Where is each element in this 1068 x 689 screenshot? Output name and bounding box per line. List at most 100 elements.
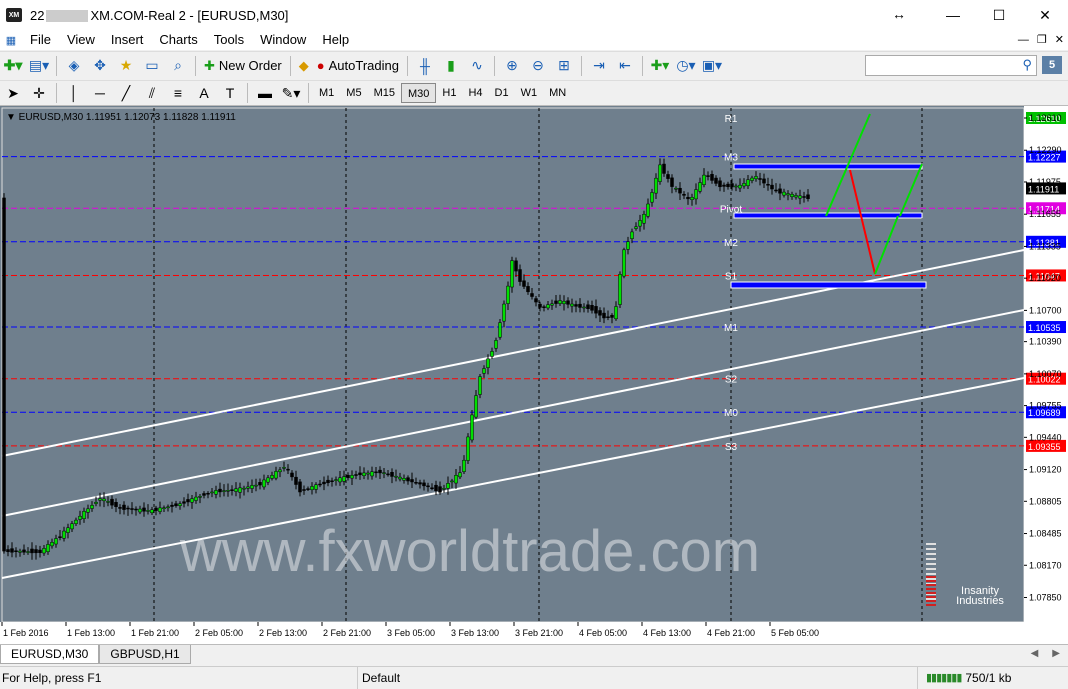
timeframe-m15[interactable]: M15 (368, 83, 401, 103)
candle-body (326, 479, 330, 484)
candle-body (254, 484, 258, 487)
x-tick-label: 2 Feb 21:00 (323, 628, 371, 638)
line-chart-icon[interactable]: ∿ (466, 55, 488, 77)
candle-body (550, 303, 554, 306)
menu-view[interactable]: View (59, 30, 103, 50)
profiles-icon[interactable]: ▤▾ (28, 55, 50, 77)
volume-bar-red (926, 604, 936, 606)
minimize-button[interactable]: — (930, 0, 976, 30)
tile-windows-icon[interactable]: ⊞ (553, 55, 575, 77)
menu-help[interactable]: Help (314, 30, 357, 50)
maximize-button[interactable]: ☐ (976, 0, 1022, 30)
chart-shift-icon[interactable]: ⇤ (614, 55, 636, 77)
candle-body (338, 477, 342, 483)
candle-body (314, 484, 318, 490)
fibonacci-icon[interactable]: ≡ (167, 82, 189, 104)
search-input[interactable]: ⚲ (865, 55, 1037, 76)
volume-bar (926, 548, 936, 550)
candle-body (22, 549, 26, 553)
connection-status[interactable]: ▮▮▮▮▮▮▮ 750/1 kb (918, 667, 1068, 689)
tab-gbpusd-h1[interactable]: GBPUSD,H1 (99, 645, 191, 664)
shapes-icon[interactable]: ✎▾ (280, 82, 302, 104)
mdi-minimize-button[interactable]: — (1018, 30, 1029, 50)
timeframe-mn[interactable]: MN (543, 83, 572, 103)
tab-scroll-left-icon[interactable]: ◀ (1031, 648, 1039, 659)
text-icon[interactable]: A (193, 82, 215, 104)
periods-icon[interactable]: ◷▾ (675, 55, 697, 77)
menu-tools[interactable]: Tools (206, 30, 252, 50)
chart-tabs: EURUSD,M30 GBPUSD,H1 ◀ ▶ (0, 644, 1068, 666)
crosshair-icon[interactable]: ✛ (28, 82, 50, 104)
candle-body (234, 488, 238, 492)
candle-body (198, 496, 202, 498)
resize-icon[interactable]: ↔ (892, 6, 906, 22)
auto-scroll-icon[interactable]: ⇥ (588, 55, 610, 77)
cursor-icon[interactable]: ➤ (2, 82, 24, 104)
vertical-line-icon[interactable]: │ (63, 82, 85, 104)
candle-body (342, 476, 346, 482)
timeframe-h4[interactable]: H4 (462, 83, 488, 103)
candle-body (658, 164, 662, 182)
timeframe-m30[interactable]: M30 (400, 83, 437, 103)
tab-eurusd-m30[interactable]: EURUSD,M30 (0, 645, 100, 664)
menu-window[interactable]: Window (252, 30, 314, 50)
text-label-icon[interactable]: T (219, 82, 241, 104)
candle-body (554, 300, 558, 304)
y-tick-label: 1.12610 (1029, 113, 1062, 123)
timeframe-m5[interactable]: M5 (340, 83, 367, 103)
favorites-icon[interactable]: ★ (115, 55, 137, 77)
terminal-icon[interactable]: ▭ (141, 55, 163, 77)
autotrading-button[interactable]: ● AutoTrading (313, 55, 403, 77)
candlestick-chart-icon[interactable]: ▮ (440, 55, 462, 77)
crosshair-nav-icon[interactable]: ✥ (89, 55, 111, 77)
title-bar: XM 22 XM.COM-Real 2 - [EURUSD,M30] ↔ — ☐ … (0, 0, 1068, 30)
candle-body (630, 231, 634, 239)
candle-body (378, 469, 382, 474)
new-order-button[interactable]: ✚ New Order (200, 55, 286, 77)
rectangle-icon[interactable]: ▬ (254, 82, 276, 104)
candle-body (330, 480, 334, 482)
chart-canvas[interactable]: R1M3PivotM2S1M1S2M0S3www.fxworldtrade.co… (0, 106, 1068, 644)
bar-chart-icon[interactable]: ╫ (414, 55, 436, 77)
y-tick-label: 1.10070 (1029, 369, 1062, 379)
candle-body (430, 487, 434, 490)
templates-icon[interactable]: ▣▾ (701, 55, 723, 77)
mdi-close-button[interactable]: ✕ (1055, 30, 1064, 50)
price-chart[interactable]: R1 M3 Pivot M2 S1 M1 S2 M0 S3 www.fxworldtrade.co… (0, 106, 1068, 644)
menu-file[interactable]: File (22, 30, 59, 50)
market-watch-icon[interactable]: ◈ (63, 55, 85, 77)
candle-body (334, 479, 338, 481)
new-chart-icon[interactable]: ✚▾ (2, 55, 24, 77)
timeframe-m1[interactable]: M1 (313, 83, 340, 103)
menu-charts[interactable]: Charts (151, 30, 205, 50)
level-label-m1: M1 (724, 323, 738, 334)
tab-scroll-right-icon[interactable]: ▶ (1052, 648, 1060, 659)
trendline-icon[interactable]: ╱ (115, 82, 137, 104)
notifications-badge[interactable]: 5 (1042, 56, 1062, 74)
candle-body (758, 178, 762, 180)
timeframe-d1[interactable]: D1 (489, 83, 515, 103)
strategy-tester-icon[interactable]: ⌕ (167, 55, 189, 77)
candle-body (574, 304, 578, 307)
candle-body (266, 477, 270, 483)
timeframe-h1[interactable]: H1 (436, 83, 462, 103)
zoom-in-icon[interactable]: ⊕ (501, 55, 523, 77)
candle-body (458, 472, 462, 478)
candle-body (438, 486, 442, 493)
chart-window-icon[interactable]: ▦ (2, 31, 20, 49)
mdi-restore-button[interactable]: ❐ (1037, 30, 1047, 50)
candle-body (394, 475, 398, 478)
indicators-icon[interactable]: ✚▾ (649, 55, 671, 77)
candle-body (118, 507, 122, 509)
price-tag-label: 1.09355 (1028, 442, 1061, 452)
candle-body (206, 492, 210, 495)
metaeditor-button[interactable]: ◆ (295, 55, 313, 77)
zoom-out-icon[interactable]: ⊖ (527, 55, 549, 77)
close-button[interactable]: ✕ (1022, 0, 1068, 30)
candle-body (662, 163, 666, 174)
menu-insert[interactable]: Insert (103, 30, 152, 50)
horizontal-line-icon[interactable]: ─ (89, 82, 111, 104)
timeframe-w1[interactable]: W1 (515, 83, 544, 103)
search-icon[interactable]: ⚲ (1022, 57, 1032, 73)
channel-icon[interactable]: ⫽ (141, 82, 163, 104)
